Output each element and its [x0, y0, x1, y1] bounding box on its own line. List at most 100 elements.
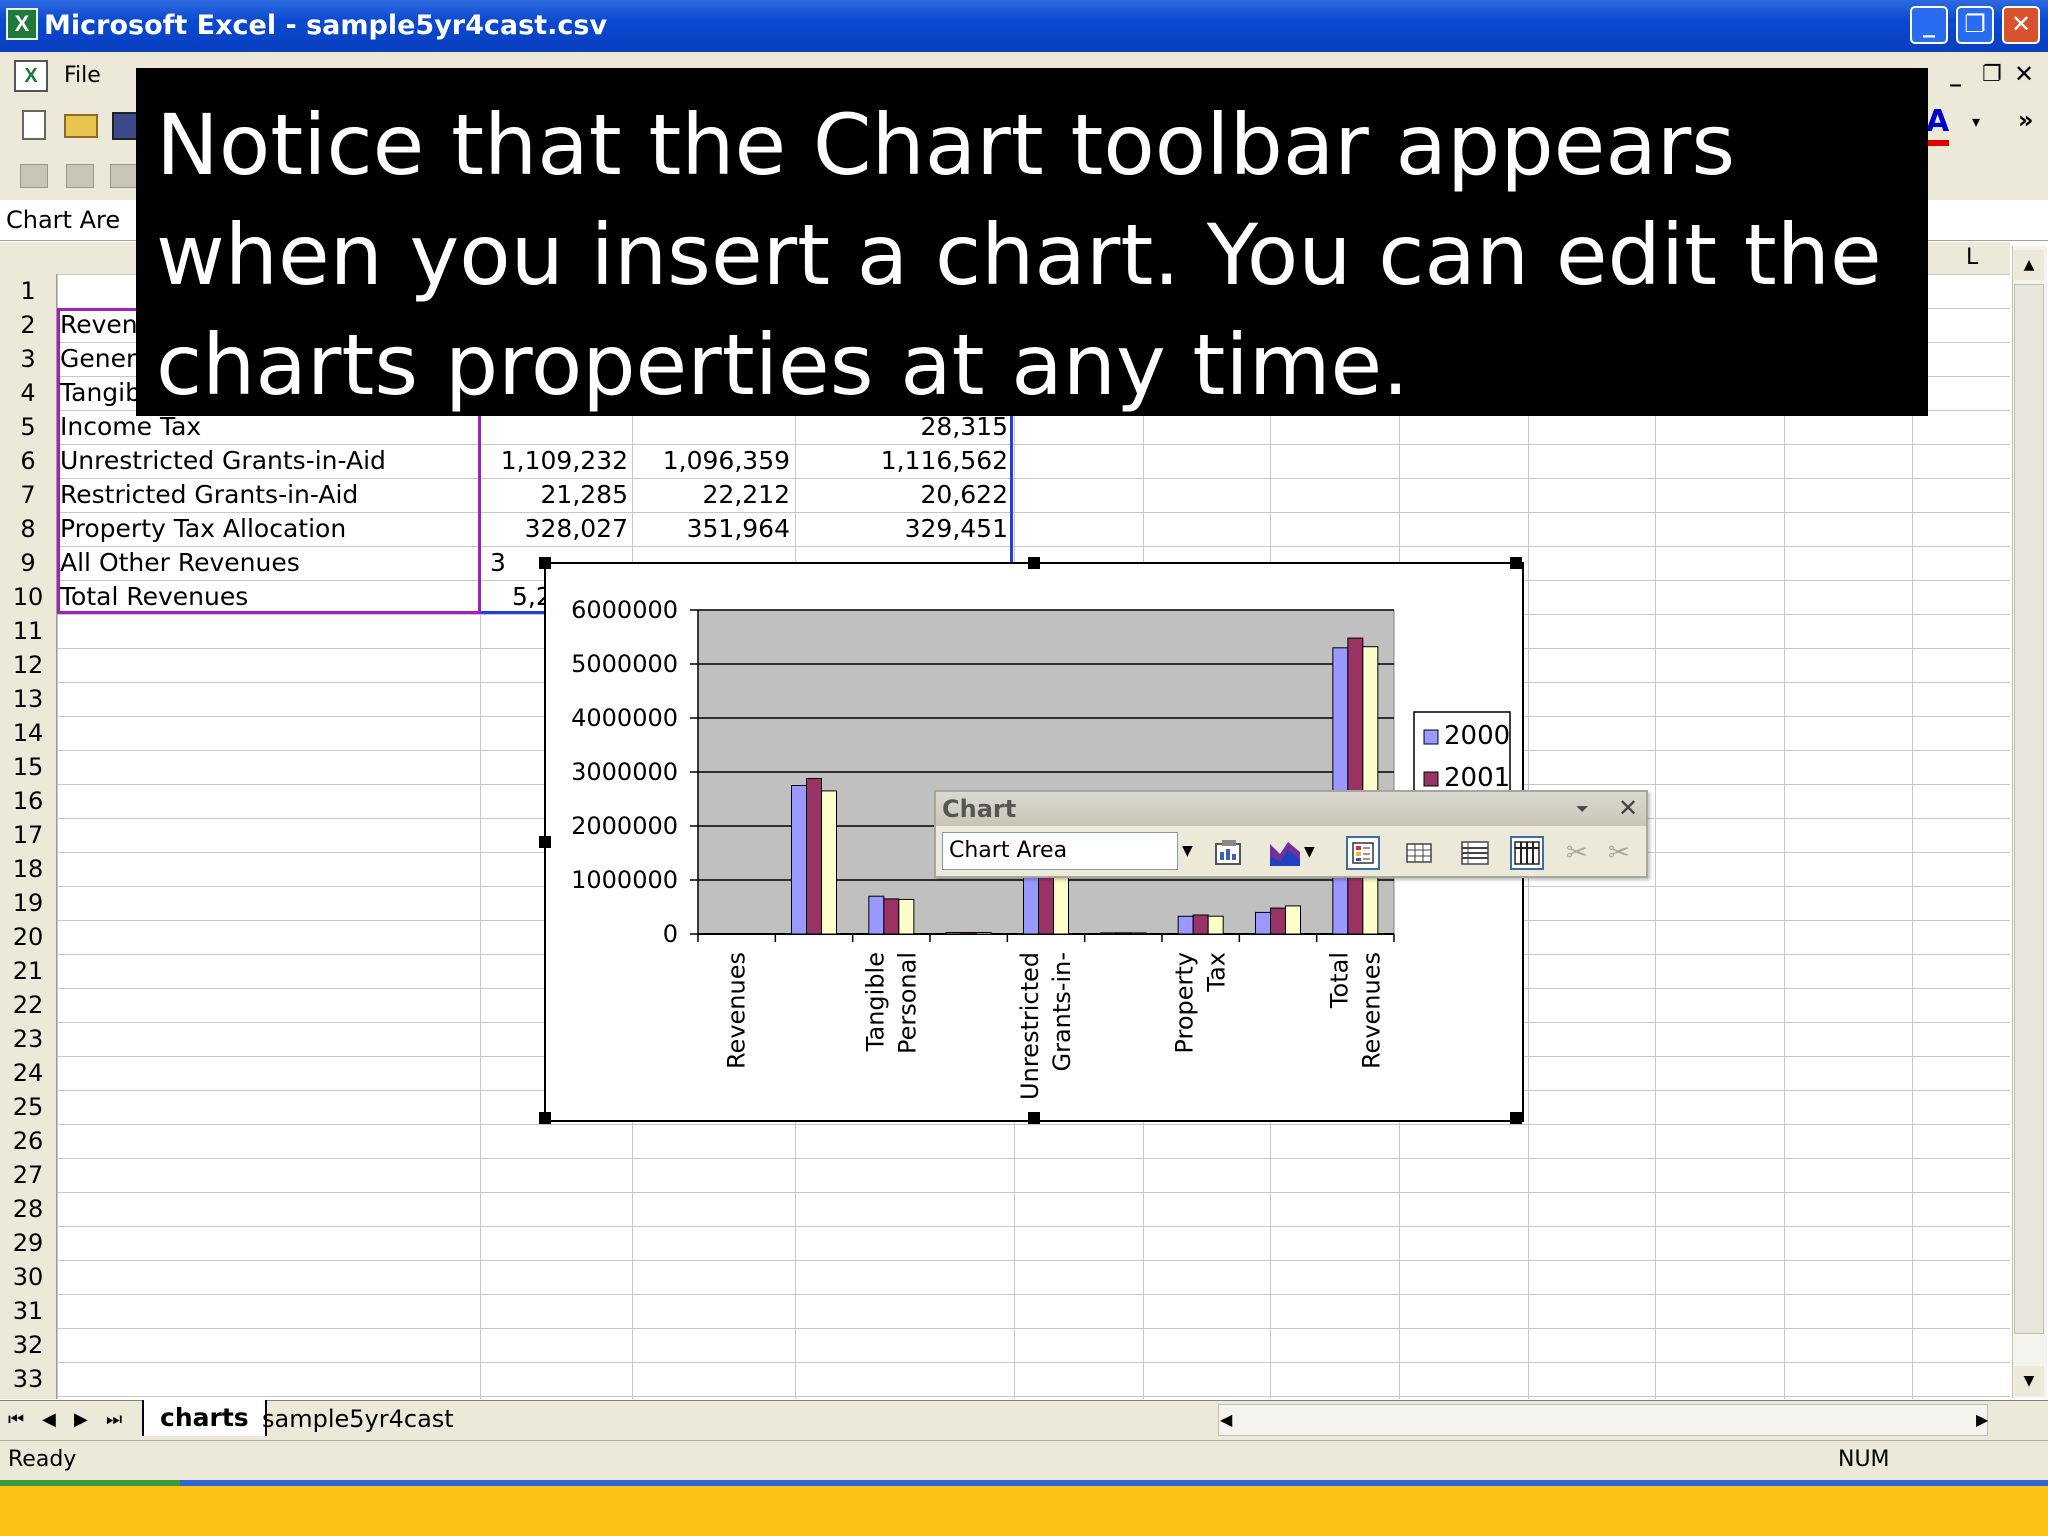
- cell-a8[interactable]: Property Tax Allocation: [60, 512, 346, 546]
- cell-d6[interactable]: 1,116,562: [795, 444, 1008, 478]
- close-icon[interactable]: ✕: [1618, 794, 1638, 822]
- row-header[interactable]: 9: [0, 546, 56, 580]
- bar[interactable]: [1130, 932, 1147, 935]
- scroll-thumb[interactable]: [2014, 284, 2044, 1334]
- bar[interactable]: [806, 777, 822, 935]
- bar[interactable]: [1192, 914, 1209, 935]
- row-header[interactable]: 4: [0, 376, 56, 410]
- row-header[interactable]: 12: [0, 648, 56, 682]
- bar[interactable]: [960, 931, 977, 935]
- doc-minimize-button[interactable]: _: [1950, 62, 1961, 88]
- x-tick-label[interactable]: Grants-in-: [1048, 952, 1076, 1072]
- cell-b6[interactable]: 1,109,232: [480, 444, 628, 478]
- row-header[interactable]: 10: [0, 580, 56, 614]
- row-header[interactable]: 13: [0, 682, 56, 716]
- row-header[interactable]: 33: [0, 1362, 56, 1396]
- cell-b9[interactable]: 3: [490, 546, 506, 580]
- row-header[interactable]: 20: [0, 920, 56, 954]
- bar[interactable]: [945, 931, 962, 935]
- open-folder-icon[interactable]: [64, 114, 98, 138]
- by-column-icon[interactable]: [1510, 836, 1544, 870]
- horizontal-scrollbar[interactable]: [1218, 1404, 1988, 1436]
- row-header[interactable]: 22: [0, 988, 56, 1022]
- bar[interactable]: [791, 785, 807, 935]
- document-icon[interactable]: X: [14, 60, 48, 92]
- cell-a7[interactable]: Restricted Grants-in-Aid: [60, 478, 358, 512]
- chart-type-icon[interactable]: [1268, 836, 1302, 870]
- row-header[interactable]: 31: [0, 1294, 56, 1328]
- excel-app-icon[interactable]: X: [6, 8, 38, 40]
- scroll-right-icon[interactable]: ▶: [1976, 1406, 1988, 1434]
- row-header[interactable]: 32: [0, 1328, 56, 1362]
- bar[interactable]: [1177, 915, 1194, 935]
- row-header[interactable]: 6: [0, 444, 56, 478]
- chart-toolbar-titlebar[interactable]: [936, 792, 1646, 826]
- cell-c7[interactable]: 22,212: [632, 478, 790, 512]
- resize-handle[interactable]: [539, 1112, 551, 1124]
- angle-text-upward-icon[interactable]: ✂: [1608, 836, 1630, 870]
- cell-b7[interactable]: 21,285: [480, 478, 628, 512]
- legend-icon[interactable]: [1346, 836, 1380, 870]
- row-header[interactable]: 16: [0, 784, 56, 818]
- row-header[interactable]: 15: [0, 750, 56, 784]
- row-header[interactable]: 7: [0, 478, 56, 512]
- toolbar-options-icon[interactable]: »: [2018, 106, 2034, 134]
- sheet-tab-sample5yr4cast[interactable]: sample5yr4cast: [240, 1402, 476, 1436]
- angle-text-downward-icon[interactable]: ✂: [1566, 836, 1588, 870]
- y-tick-label[interactable]: 0: [663, 920, 678, 948]
- row-header[interactable]: 26: [0, 1124, 56, 1158]
- y-tick-label[interactable]: 1000000: [571, 866, 678, 894]
- cell-c8[interactable]: 351,964: [632, 512, 790, 546]
- bar[interactable]: [1023, 873, 1039, 935]
- row-header[interactable]: 21: [0, 954, 56, 988]
- toolbar-icon[interactable]: [20, 164, 48, 188]
- cell-a4[interactable]: Tangib: [60, 376, 141, 410]
- legend-swatch[interactable]: [1423, 771, 1439, 787]
- column-header-l[interactable]: L: [1966, 242, 1978, 274]
- legend-swatch[interactable]: [1423, 729, 1439, 745]
- toolbar-options-icon[interactable]: ⏷: [1576, 796, 1589, 822]
- x-tick-label[interactable]: Property: [1171, 952, 1199, 1054]
- scroll-up-icon[interactable]: ▲: [2014, 250, 2044, 280]
- y-tick-label[interactable]: 6000000: [571, 596, 678, 624]
- row-header[interactable]: 19: [0, 886, 56, 920]
- row-header[interactable]: 5: [0, 410, 56, 444]
- row-header[interactable]: 18: [0, 852, 56, 886]
- font-color-icon[interactable]: A: [1926, 104, 1950, 146]
- row-header[interactable]: 1: [0, 274, 56, 308]
- format-chart-area-icon[interactable]: [1212, 836, 1246, 870]
- resize-handle[interactable]: [1028, 1112, 1040, 1124]
- chart-objects-select[interactable]: Chart Area: [942, 832, 1178, 870]
- bar[interactable]: [1285, 905, 1301, 935]
- bar[interactable]: [868, 895, 885, 935]
- row-header[interactable]: 25: [0, 1090, 56, 1124]
- bar[interactable]: [1347, 637, 1364, 935]
- row-header[interactable]: 17: [0, 818, 56, 852]
- cell-d8[interactable]: 329,451: [795, 512, 1008, 546]
- cell-a10[interactable]: Total Revenues: [60, 580, 248, 614]
- row-header[interactable]: 11: [0, 614, 56, 648]
- bar[interactable]: [1115, 932, 1132, 935]
- legend-label[interactable]: 2001: [1444, 763, 1510, 793]
- chart-type-dropdown-icon[interactable]: ▼: [1304, 842, 1315, 862]
- restore-button[interactable]: ❐: [1956, 6, 1994, 44]
- bar[interactable]: [1255, 911, 1271, 935]
- y-tick-label[interactable]: 2000000: [571, 812, 678, 840]
- chart-toolbar[interactable]: Chart ⏷ ✕ Chart Area ▼ ▼ ✂ ✂: [934, 790, 1648, 878]
- resize-handle[interactable]: [1510, 1112, 1522, 1124]
- x-tick-label[interactable]: Unrestricted: [1016, 952, 1044, 1100]
- row-header[interactable]: 3: [0, 342, 56, 376]
- toolbar-icon[interactable]: [110, 164, 138, 188]
- last-sheet-icon[interactable]: ⏭: [106, 1404, 122, 1436]
- row-header[interactable]: 8: [0, 512, 56, 546]
- row-header[interactable]: 24: [0, 1056, 56, 1090]
- close-button[interactable]: ✕: [2002, 6, 2040, 44]
- chevron-down-icon[interactable]: ▼: [1182, 836, 1193, 866]
- row-header[interactable]: 27: [0, 1158, 56, 1192]
- data-table-icon[interactable]: [1402, 836, 1436, 870]
- menu-file[interactable]: File: [64, 60, 101, 92]
- first-sheet-icon[interactable]: ⏮: [8, 1404, 24, 1436]
- cell-d7[interactable]: 20,622: [795, 478, 1008, 512]
- by-row-icon[interactable]: [1458, 836, 1492, 870]
- y-tick-label[interactable]: 5000000: [571, 650, 678, 678]
